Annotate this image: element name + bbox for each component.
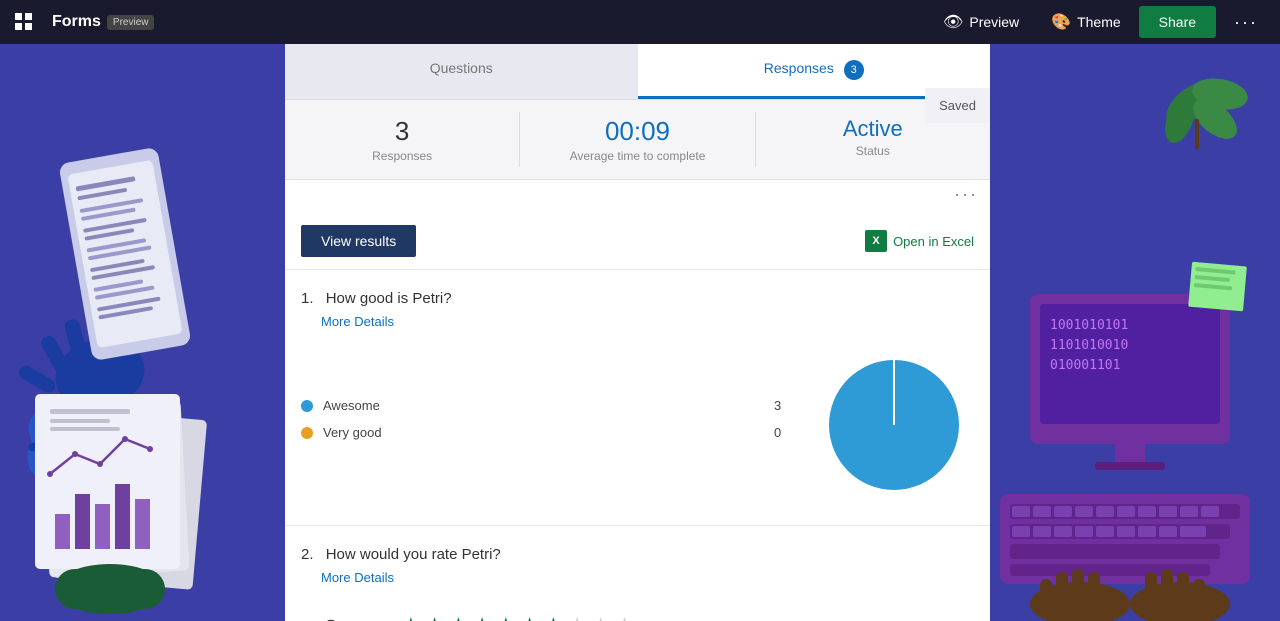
- star-5: ★: [496, 613, 516, 621]
- topbar-actions: 👁 Preview 🎨 Theme Share ···: [929, 4, 1280, 41]
- question-1-title: 1. How good is Petri?: [301, 290, 974, 307]
- responses-badge: 3: [844, 60, 864, 80]
- share-button[interactable]: Share: [1139, 6, 1216, 38]
- question-1-content: Awesome 3 Very good 0: [301, 345, 974, 505]
- responses-count-value: 3: [297, 116, 507, 147]
- question-2-number: 2.: [301, 546, 314, 563]
- legend-item-awesome: Awesome 3: [301, 398, 794, 413]
- star-10: ★: [615, 613, 635, 621]
- theme-label: Theme: [1077, 14, 1121, 30]
- open-excel-label: Open in Excel: [893, 234, 974, 249]
- question-2-title: 2. How would you rate Petri?: [301, 546, 974, 563]
- tab-responses-label: Responses: [764, 60, 834, 76]
- star-8: ★: [567, 613, 587, 621]
- star-3: ★: [449, 613, 469, 621]
- star-2: ★: [425, 613, 445, 621]
- tab-questions-label: Questions: [430, 60, 493, 76]
- content-area: 3 Responses 00:09 Average time to comple…: [285, 100, 990, 621]
- svg-text:010001101: 010001101: [1050, 358, 1120, 373]
- legend-dot-verygood: [301, 427, 313, 439]
- brand: Forms Preview: [48, 13, 170, 31]
- more-options-button[interactable]: ···: [1220, 4, 1272, 41]
- question-2-text: How would you rate Petri?: [326, 546, 501, 563]
- question-2-responses-stat: 3 Responses: [301, 614, 361, 621]
- responses-stat: 3 Responses: [285, 100, 519, 179]
- status-label: Status: [768, 144, 978, 158]
- stars-row: ★ ★ ★ ★ ★ ★ ★ ★ ★ ★: [401, 613, 634, 621]
- avg-time-value: 00:09: [532, 116, 742, 147]
- question-2-responses-count: 3: [301, 614, 361, 621]
- question-1-more-details[interactable]: More Details: [321, 314, 394, 329]
- tabs: Questions Responses 3: [285, 44, 990, 100]
- question-1-text: How good is Petri?: [326, 290, 452, 307]
- right-illustration-svg: 1001010101 1101010010 010001101: [990, 44, 1280, 621]
- question-2-stars: ★ ★ ★ ★ ★ ★ ★ ★ ★ ★ 7.00: [401, 613, 634, 621]
- star-6: ★: [520, 613, 540, 621]
- center-content: Questions Responses 3 3 Responses 00:09 …: [285, 44, 990, 621]
- star-7: ★: [543, 613, 563, 621]
- question-1-number: 1.: [301, 290, 314, 307]
- tab-questions[interactable]: Questions: [285, 44, 638, 99]
- svg-text:1101010010: 1101010010: [1050, 338, 1128, 353]
- legend-label-awesome: Awesome: [323, 398, 764, 413]
- preview-label: Preview: [969, 14, 1019, 30]
- theme-button[interactable]: 🎨 Theme: [1037, 4, 1135, 40]
- theme-icon: 🎨: [1051, 12, 1071, 32]
- left-illustration-svg: [0, 44, 285, 621]
- question-2-section: 2. How would you rate Petri? More Detail…: [285, 525, 990, 621]
- stats-bar: 3 Responses 00:09 Average time to comple…: [285, 100, 990, 180]
- legend-label-verygood: Very good: [323, 425, 764, 440]
- preview-badge: Preview: [107, 15, 155, 30]
- question-1-section: 1. How good is Petri? More Details Aweso…: [285, 269, 990, 525]
- saved-label: Saved: [925, 88, 990, 123]
- question-1-legend: Awesome 3 Very good 0: [301, 398, 794, 452]
- avg-time-label: Average time to complete: [532, 149, 742, 163]
- star-4: ★: [472, 613, 492, 621]
- svg-text:1001010101: 1001010101: [1050, 318, 1128, 333]
- question-2-more-details[interactable]: More Details: [321, 570, 394, 585]
- view-results-label: View results: [321, 233, 396, 249]
- preview-icon: 👁: [943, 12, 963, 32]
- question-1-chart: [814, 345, 974, 505]
- legend-dot-awesome: [301, 400, 313, 412]
- excel-icon: X: [865, 230, 887, 252]
- legend-count-verygood: 0: [774, 425, 794, 440]
- pie-chart-svg: [814, 345, 974, 505]
- legend-item-verygood: Very good 0: [301, 425, 794, 440]
- main-layout: Questions Responses 3 3 Responses 00:09 …: [0, 44, 1280, 621]
- preview-button[interactable]: 👁 Preview: [929, 4, 1033, 40]
- avg-time-stat: 00:09 Average time to complete: [520, 100, 754, 179]
- apps-button[interactable]: [0, 0, 48, 44]
- topbar: Forms Preview 👁 Preview 🎨 Theme Share ··…: [0, 0, 1280, 44]
- right-decoration: 1001010101 1101010010 010001101: [990, 44, 1280, 621]
- question-2-content: 3 Responses ★ ★ ★ ★ ★ ★ ★ ★: [301, 613, 974, 621]
- brand-name: Forms: [52, 13, 101, 31]
- stats-more-button[interactable]: ···: [285, 180, 990, 213]
- share-label: Share: [1159, 14, 1196, 30]
- actions-row: View results X Open in Excel: [285, 213, 990, 269]
- star-1: ★: [401, 613, 421, 621]
- star-9: ★: [591, 613, 611, 621]
- left-decoration: [0, 44, 285, 621]
- view-results-button[interactable]: View results: [301, 225, 416, 257]
- responses-stat-label: Responses: [297, 149, 507, 163]
- legend-count-awesome: 3: [774, 398, 794, 413]
- more-icon: ···: [1234, 12, 1258, 32]
- open-excel-button[interactable]: X Open in Excel: [865, 230, 974, 252]
